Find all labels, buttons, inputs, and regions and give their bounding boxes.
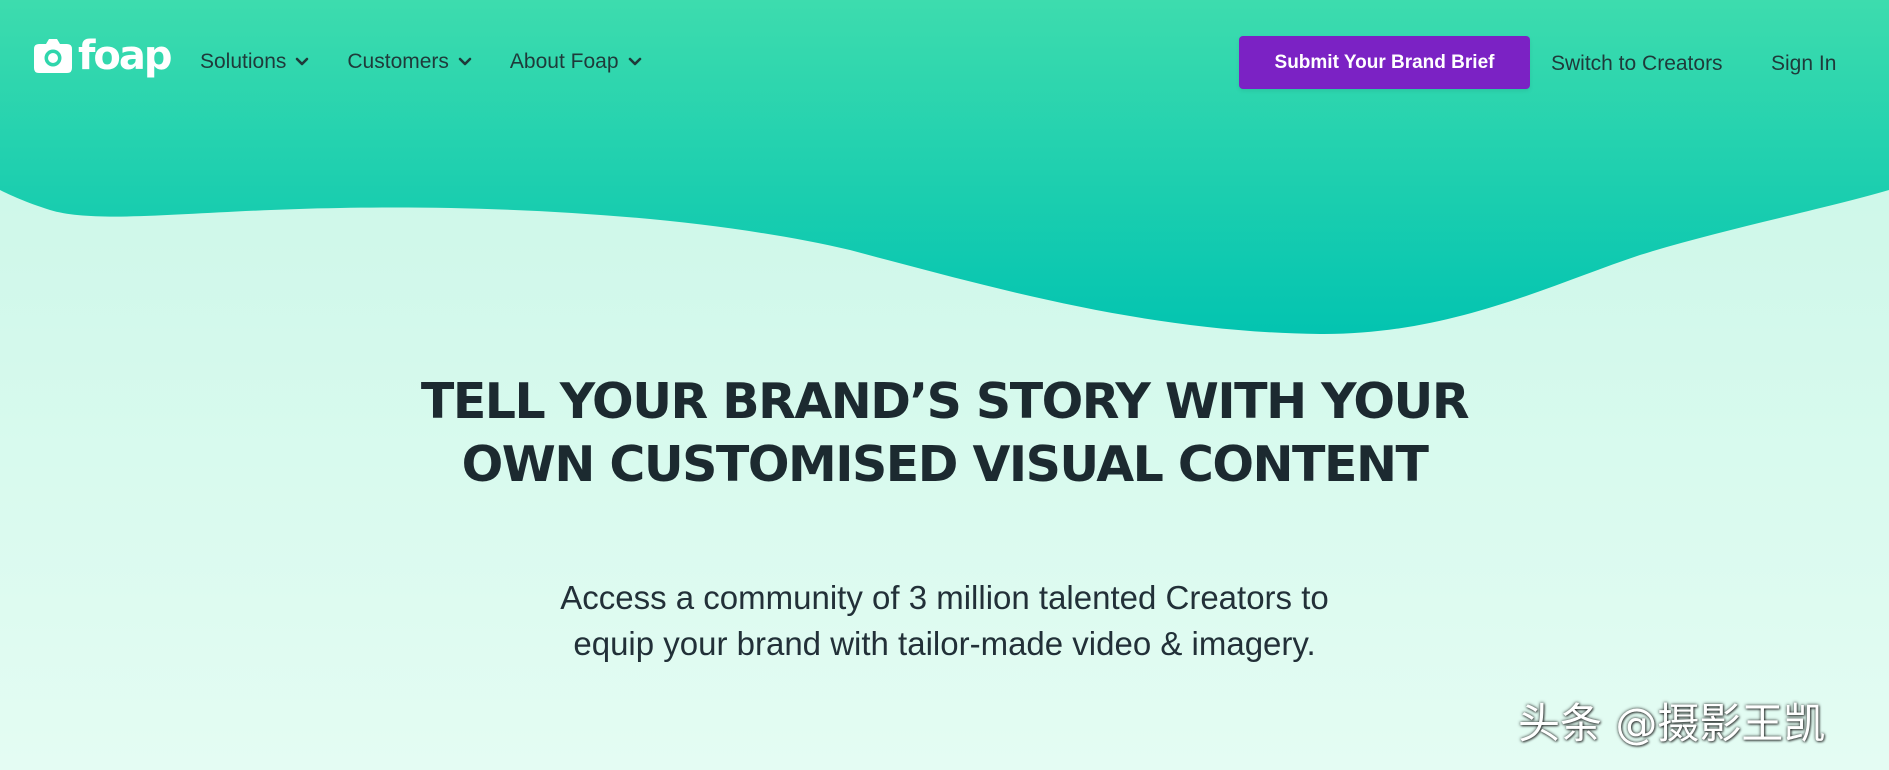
hero-subtitle: Access a community of 3 million talented… — [505, 575, 1385, 667]
foap-logo[interactable]: foap — [33, 33, 173, 79]
chevron-down-icon — [628, 57, 641, 66]
nav-item-label: About Foap — [509, 50, 619, 73]
nav-item-about-foap[interactable]: About Foap — [510, 50, 642, 74]
nav-item-label: Customers — [347, 50, 449, 73]
camera-icon — [34, 39, 72, 73]
main-menu: Solutions Customers About Foap — [200, 50, 680, 74]
watermark-text: 头条 @摄影王凯 — [1518, 699, 1826, 748]
nav-item-customers[interactable]: Customers — [347, 50, 472, 74]
logo-wordmark: foap — [78, 33, 173, 79]
hero-subtitle-line-2: equip your brand with tailor-made video … — [573, 625, 1316, 662]
hero-title-line-1: TELL YOUR BRAND’S STORY WITH YOUR — [420, 373, 1470, 430]
top-navigation: foap Solutions Customers About Foap Subm… — [0, 0, 1889, 128]
hero-subtitle-line-1: Access a community of 3 million talented… — [560, 579, 1329, 616]
sign-in-link[interactable]: Sign In — [1771, 52, 1836, 76]
chevron-down-icon — [296, 57, 309, 66]
switch-to-creators-link[interactable]: Switch to Creators — [1551, 52, 1723, 76]
hero-title: TELL YOUR BRAND’S STORY WITH YOUR OWN CU… — [395, 370, 1495, 496]
chevron-down-icon — [458, 57, 472, 66]
hero-title-line-2: OWN CUSTOMISED VISUAL CONTENT — [461, 436, 1429, 493]
submit-brand-brief-button[interactable]: Submit Your Brand Brief — [1239, 36, 1530, 89]
hero-section: TELL YOUR BRAND’S STORY WITH YOUR OWN CU… — [0, 370, 1889, 667]
nav-item-solutions[interactable]: Solutions — [200, 50, 309, 74]
nav-item-label: Solutions — [200, 50, 287, 73]
